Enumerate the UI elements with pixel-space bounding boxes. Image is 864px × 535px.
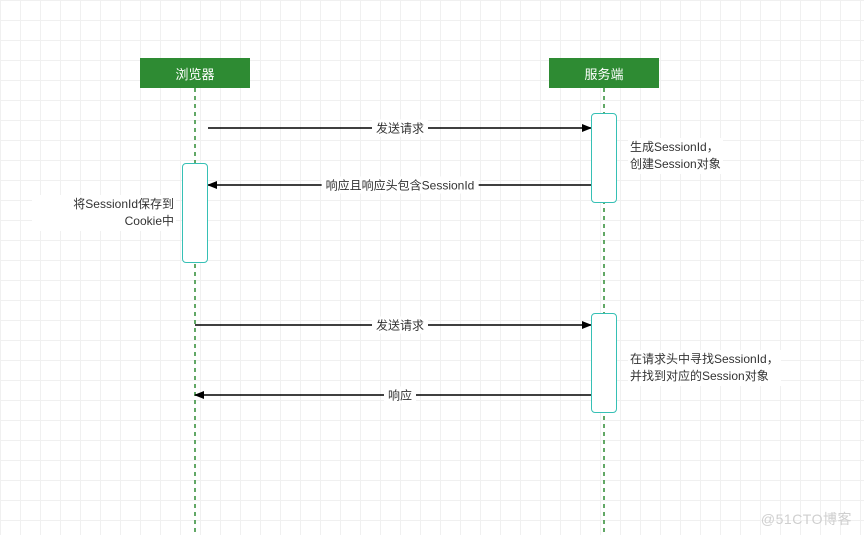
activation-browser-1	[182, 163, 208, 263]
note-server-generate: 生成SessionId， 创建Session对象	[628, 138, 723, 174]
note-server-find-l1: 在请求头中寻找SessionId，	[630, 352, 779, 366]
participant-server: 服务端	[549, 58, 659, 88]
note-server-find: 在请求头中寻找SessionId， 并找到对应的Session对象	[628, 350, 781, 386]
label-m1: 发送请求	[372, 120, 428, 137]
note-browser-save-l2: Cookie中	[125, 214, 174, 228]
label-m4: 响应	[384, 387, 416, 404]
participant-browser-label: 浏览器	[175, 64, 214, 83]
note-server-find-l2: 并找到对应的Session对象	[630, 369, 769, 383]
label-m3: 发送请求	[372, 317, 428, 334]
note-server-generate-l2: 创建Session对象	[630, 157, 721, 171]
note-server-generate-l1: 生成SessionId，	[630, 140, 719, 154]
diagram-svg	[0, 0, 864, 535]
participant-browser: 浏览器	[140, 58, 250, 88]
activation-server-2	[591, 313, 617, 413]
watermark: @51CTO博客	[761, 509, 852, 529]
activation-server-1	[591, 113, 617, 203]
note-browser-save: 将SessionId保存到 Cookie中	[32, 195, 176, 231]
participant-server-label: 服务端	[584, 64, 623, 83]
note-browser-save-l1: 将SessionId保存到	[73, 197, 174, 211]
label-m2: 响应且响应头包含SessionId	[322, 177, 479, 194]
